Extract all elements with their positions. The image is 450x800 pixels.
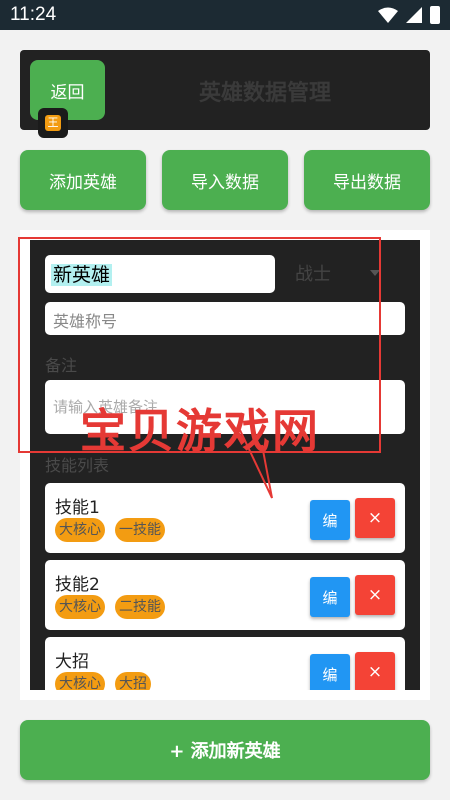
skill-card: 技能2 大核心 二技能 编 ×	[45, 560, 405, 630]
skill-tag: 大核心	[55, 595, 105, 619]
import-data-button[interactable]: 导入数据	[162, 150, 288, 210]
skill-tag: 大招	[115, 672, 151, 690]
export-data-button[interactable]: 导出数据	[304, 150, 430, 210]
page-title: 英雄数据管理	[198, 81, 331, 106]
edit-skill-button[interactable]: 编	[310, 500, 350, 540]
skill-name: 技能1	[55, 498, 100, 518]
status-icons	[378, 6, 440, 24]
skill-name: 技能2	[55, 575, 100, 595]
signal-icon	[406, 7, 422, 23]
action-row: 添加英雄 导入数据 导出数据	[20, 150, 430, 210]
delete-skill-button[interactable]: ×	[355, 575, 395, 615]
skill-tag: 大核心	[55, 518, 105, 542]
skill-tag: 二技能	[115, 595, 165, 619]
watermark-text: 宝贝游戏网	[80, 404, 320, 458]
delete-skill-button[interactable]: ×	[355, 498, 395, 538]
battery-icon	[430, 6, 440, 24]
skill-card: 大招 大核心 大招 编 ×	[45, 637, 405, 690]
edit-skill-button[interactable]: 编	[310, 577, 350, 617]
skill-name: 大招	[55, 652, 89, 672]
app-header: 返回 英雄数据管理	[20, 50, 430, 130]
skill-tag: 大核心	[55, 672, 105, 690]
app-logo-char: 王	[45, 115, 61, 131]
status-time: 11:24	[10, 4, 57, 25]
delete-skill-button[interactable]: ×	[355, 652, 395, 690]
skill-card: 技能1 大核心 一技能 编 ×	[45, 483, 405, 553]
add-new-hero-button[interactable]: + 添加新英雄	[20, 720, 430, 780]
skill-tag: 一技能	[115, 518, 165, 542]
edit-skill-button[interactable]: 编	[310, 654, 350, 690]
wifi-icon	[378, 7, 398, 23]
status-bar: 11:24	[0, 0, 450, 30]
add-hero-button[interactable]: 添加英雄	[20, 150, 146, 210]
app-logo-icon: 王	[38, 108, 68, 138]
